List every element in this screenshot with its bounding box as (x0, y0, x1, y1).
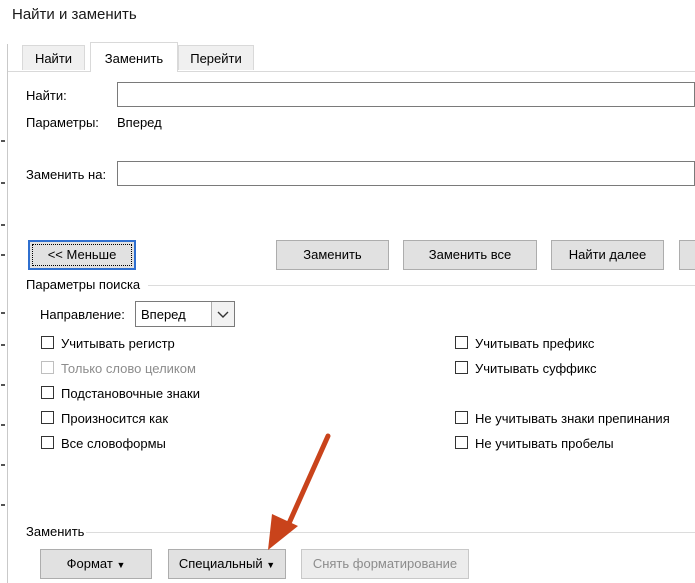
ignore-whitespace-checkbox[interactable] (455, 436, 468, 449)
match-suffix-checkbox[interactable] (455, 361, 468, 374)
cancel-button-partial[interactable] (679, 240, 695, 270)
find-label: Найти: (26, 88, 67, 103)
tab-replace[interactable]: Заменить (90, 42, 178, 72)
replace-label: Заменить на: (26, 167, 107, 182)
tab-goto-label: Перейти (190, 51, 242, 66)
ignore-punctuation-checkbox[interactable] (455, 411, 468, 424)
tab-find[interactable]: Найти (22, 45, 85, 70)
tab-replace-label: Заменить (104, 51, 164, 66)
direction-select[interactable]: Вперед (135, 301, 235, 327)
focus-rectangle (32, 244, 132, 266)
replace-section-separator (86, 532, 695, 533)
options-value: Вперед (117, 115, 162, 130)
less-button[interactable]: << Меньше (28, 240, 136, 270)
replace-all-button[interactable]: Заменить все (403, 240, 537, 270)
all-word-forms-label: Все словоформы (61, 436, 166, 451)
annotation-arrow-icon (268, 433, 331, 550)
match-prefix-checkbox[interactable] (455, 336, 468, 349)
find-input[interactable] (117, 82, 695, 107)
dropdown-caret-icon: ▼ (116, 560, 126, 570)
replace-button[interactable]: Заменить (276, 240, 389, 270)
tab-goto[interactable]: Перейти (178, 45, 254, 70)
direction-label: Направление: (40, 307, 125, 322)
direction-dropdown-button[interactable] (211, 302, 234, 326)
dropdown-caret-icon: ▼ (266, 560, 276, 570)
match-prefix-label: Учитывать префикс (475, 336, 595, 351)
find-next-button-label: Найти далее (568, 247, 647, 262)
window-title: Найти и заменить (12, 6, 137, 23)
direction-select-value: Вперед (141, 307, 186, 322)
format-button-label: Формат (66, 556, 113, 571)
whole-word-checkbox (41, 361, 54, 374)
background-document-strip (0, 44, 8, 583)
match-suffix-label: Учитывать суффикс (475, 361, 597, 376)
replace-input[interactable] (117, 161, 695, 186)
search-params-separator (148, 285, 695, 286)
whole-word-label: Только слово целиком (61, 361, 196, 376)
replace-section-title: Заменить (26, 524, 85, 539)
wildcards-checkbox[interactable] (41, 386, 54, 399)
sounds-like-checkbox[interactable] (41, 411, 54, 424)
match-case-checkbox[interactable] (41, 336, 54, 349)
chevron-down-icon (217, 311, 229, 318)
all-word-forms-checkbox[interactable] (41, 436, 54, 449)
replace-all-button-label: Заменить все (428, 247, 512, 262)
find-next-button[interactable]: Найти далее (551, 240, 664, 270)
ignore-punctuation-label: Не учитывать знаки препинания (475, 411, 670, 426)
replace-button-label: Заменить (303, 247, 362, 262)
match-case-label: Учитывать регистр (61, 336, 175, 351)
options-label: Параметры: (26, 115, 99, 130)
special-button-label: Специальный (178, 556, 263, 571)
wildcards-label: Подстановочные знаки (61, 386, 200, 401)
ignore-whitespace-label: Не учитывать пробелы (475, 436, 614, 451)
clear-formatting-button-label: Снять форматирование (312, 556, 458, 571)
format-button[interactable]: Формат ▼ (40, 549, 152, 579)
search-params-title: Параметры поиска (26, 277, 141, 292)
tab-find-label: Найти (34, 51, 73, 66)
sounds-like-label: Произносится как (61, 411, 169, 426)
